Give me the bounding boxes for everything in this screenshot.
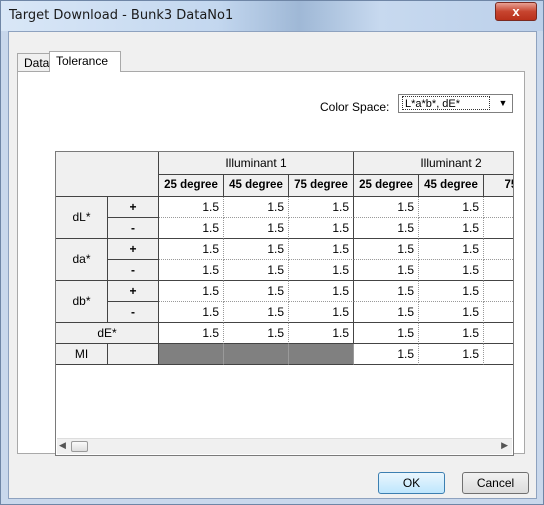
tolerance-cell[interactable]: 1.5: [419, 197, 484, 218]
color-space-dropdown[interactable]: L*a*b*, dE* ▼: [398, 94, 513, 113]
tolerance-cell[interactable]: 1.5: [419, 302, 484, 323]
disabled-cell: [289, 344, 354, 365]
tolerance-cell[interactable]: 1.5: [224, 323, 289, 344]
tolerance-cell[interactable]: 1.5: [419, 218, 484, 239]
angle-header: 25 degree: [354, 175, 419, 197]
tolerance-cell[interactable]: [484, 344, 513, 365]
tolerance-cell[interactable]: 1.5: [354, 197, 419, 218]
tolerance-cell[interactable]: [484, 323, 513, 344]
tolerance-cell[interactable]: 1.5: [289, 218, 354, 239]
tolerance-cell[interactable]: [484, 281, 513, 302]
dialog-window: Target Download - Bunk3 DataNo1 x Data T…: [0, 0, 544, 505]
tolerance-cell[interactable]: 1.5: [289, 323, 354, 344]
angle-header: 25 degree: [159, 175, 224, 197]
mi-row-blank: [108, 344, 159, 365]
tolerance-cell[interactable]: [484, 218, 513, 239]
window-title: Target Download - Bunk3 DataNo1: [9, 8, 234, 23]
tolerance-cell[interactable]: 1.5: [159, 218, 224, 239]
tolerance-cell[interactable]: [484, 197, 513, 218]
tolerance-cell[interactable]: 1.5: [159, 323, 224, 344]
tolerance-cell[interactable]: 1.5: [159, 239, 224, 260]
tolerance-cell[interactable]: 1.5: [224, 218, 289, 239]
angle-header: 45 degree: [224, 175, 289, 197]
scroll-right-icon[interactable]: ▶: [501, 440, 508, 451]
tolerance-cell[interactable]: [484, 239, 513, 260]
row-sign-label: +: [108, 281, 159, 302]
tab-data[interactable]: Data: [17, 53, 50, 71]
tolerance-grid[interactable]: Illuminant 1 Illuminant 2 25 degree 45 degr…: [55, 151, 514, 456]
angle-header: 75 d: [484, 175, 513, 197]
title-bar[interactable]: Target Download - Bunk3 DataNo1 x: [1, 1, 543, 31]
row-sign-label: -: [108, 302, 159, 323]
tolerance-cell[interactable]: [484, 260, 513, 281]
dropdown-arrow-icon[interactable]: ▼: [496, 96, 510, 111]
row-sign-label: -: [108, 218, 159, 239]
tolerance-panel: Color Space: L*a*b*, dE* ▼ Illuminant 1I…: [17, 71, 525, 456]
tolerance-cell[interactable]: [484, 302, 513, 323]
scrollbar-thumb[interactable]: [71, 441, 88, 452]
tolerance-cell[interactable]: 1.5: [354, 239, 419, 260]
dialog-client-area: Data Tolerance Color Space: L*a*b*, dE* …: [8, 31, 537, 499]
color-space-label: Color Space:: [320, 100, 390, 114]
de-row-label: dE*: [56, 323, 159, 344]
close-button[interactable]: x: [495, 2, 537, 21]
tab-tolerance[interactable]: Tolerance: [49, 51, 121, 72]
tolerance-cell[interactable]: 1.5: [159, 260, 224, 281]
scroll-left-icon[interactable]: ◀: [59, 440, 66, 451]
row-group-label: da*: [56, 239, 108, 281]
illuminant-header: Illuminant 1: [159, 152, 354, 175]
tolerance-cell[interactable]: 1.5: [289, 260, 354, 281]
tolerance-cell[interactable]: 1.5: [419, 260, 484, 281]
tolerance-cell[interactable]: 1.5: [224, 281, 289, 302]
tolerance-cell[interactable]: 1.5: [289, 281, 354, 302]
grid-corner: [56, 152, 159, 197]
tolerance-cell[interactable]: 1.5: [354, 281, 419, 302]
tolerance-cell[interactable]: 1.5: [419, 281, 484, 302]
disabled-cell: [159, 344, 224, 365]
tolerance-cell[interactable]: 1.5: [159, 197, 224, 218]
tolerance-cell[interactable]: 1.5: [289, 197, 354, 218]
angle-header: 75 degree: [289, 175, 354, 197]
tolerance-cell[interactable]: 1.5: [419, 344, 484, 365]
tolerance-cell[interactable]: 1.5: [159, 281, 224, 302]
tolerance-cell[interactable]: 1.5: [224, 239, 289, 260]
tolerance-cell[interactable]: 1.5: [224, 260, 289, 281]
tolerance-cell[interactable]: 1.5: [224, 302, 289, 323]
tolerance-cell[interactable]: 1.5: [354, 344, 419, 365]
angle-header: 45 degree: [419, 175, 484, 197]
tolerance-cell[interactable]: 1.5: [289, 239, 354, 260]
disabled-cell: [224, 344, 289, 365]
ok-button[interactable]: OK: [378, 472, 445, 494]
color-space-value: L*a*b*, dE*: [402, 96, 490, 110]
tolerance-cell[interactable]: 1.5: [354, 218, 419, 239]
tolerance-cell[interactable]: 1.5: [354, 260, 419, 281]
tolerance-cell[interactable]: 1.5: [289, 302, 354, 323]
row-sign-label: +: [108, 197, 159, 218]
cancel-button[interactable]: Cancel: [462, 472, 529, 494]
row-sign-label: +: [108, 239, 159, 260]
tolerance-cell[interactable]: 1.5: [159, 302, 224, 323]
tolerance-cell[interactable]: 1.5: [419, 323, 484, 344]
mi-row-label: MI: [56, 344, 108, 365]
row-sign-label: -: [108, 260, 159, 281]
tolerance-cell[interactable]: 1.5: [224, 197, 289, 218]
tolerance-cell[interactable]: 1.5: [354, 323, 419, 344]
tolerance-cell[interactable]: 1.5: [419, 239, 484, 260]
row-group-label: db*: [56, 281, 108, 323]
illuminant-header: Illuminant 2: [354, 152, 513, 175]
row-group-label: dL*: [56, 197, 108, 239]
tolerance-cell[interactable]: 1.5: [354, 302, 419, 323]
horizontal-scrollbar[interactable]: ◀ ▶: [57, 438, 512, 454]
